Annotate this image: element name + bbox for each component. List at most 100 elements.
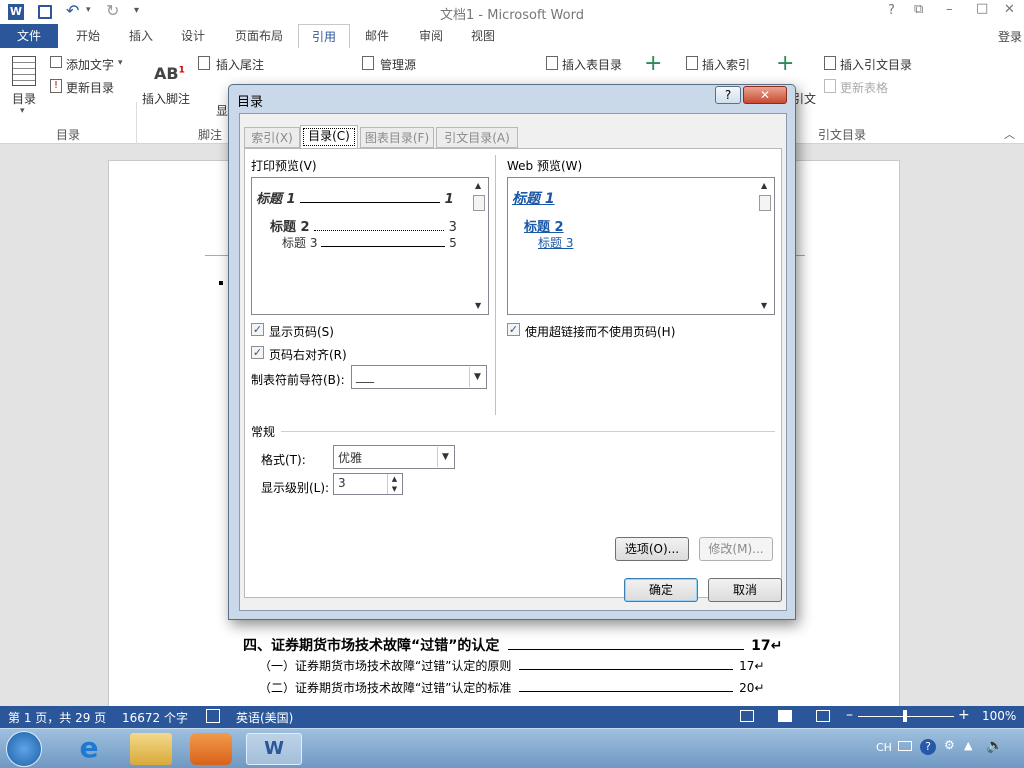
- read-mode-icon[interactable]: [740, 710, 754, 722]
- tab-table-of-figures[interactable]: 图表目录(F): [360, 127, 434, 148]
- toc-icon[interactable]: [12, 56, 36, 86]
- toc-line[interactable]: （一）证券期货市场技术故障“过错”认定的原则 17↵: [259, 657, 899, 674]
- print-preview-leader: [314, 230, 445, 231]
- chevron-down-icon[interactable]: ▼: [437, 447, 453, 467]
- manage-sources-icon: [362, 56, 374, 70]
- collapse-ribbon-icon[interactable]: ︿: [1004, 126, 1015, 142]
- close-icon[interactable]: ✕: [1004, 2, 1015, 17]
- use-hyperlinks-label[interactable]: 使用超链接而不使用页码(H): [525, 323, 675, 340]
- tab-leader-select[interactable]: ___ ▼: [351, 365, 487, 389]
- tab-design[interactable]: 设计: [170, 24, 216, 48]
- right-align-checkbox[interactable]: ✓: [251, 346, 264, 359]
- scroll-down-icon[interactable]: ▼: [475, 301, 481, 310]
- tab-table-of-authorities[interactable]: 引文目录(A): [436, 127, 518, 148]
- show-hidden-icons-icon[interactable]: ▲: [964, 739, 972, 752]
- volume-icon[interactable]: 🔈: [986, 738, 1003, 754]
- media-player-icon[interactable]: [190, 733, 232, 765]
- tab-insert[interactable]: 插入: [118, 24, 164, 48]
- web-preview-scrollbar[interactable]: ▲ ▼: [757, 179, 773, 313]
- zoom-in-icon[interactable]: +: [958, 707, 970, 723]
- right-align-label[interactable]: 页码右对齐(R): [269, 346, 347, 363]
- zoom-level[interactable]: 100%: [982, 709, 1016, 723]
- dialog-help-button[interactable]: ?: [715, 86, 741, 104]
- language-indicator[interactable]: 英语(美国): [236, 709, 293, 726]
- tab-toc[interactable]: 目录(C): [300, 125, 358, 149]
- manage-sources-button[interactable]: 管理源: [380, 56, 416, 73]
- ie-icon[interactable]: e: [68, 733, 110, 765]
- update-toc-button[interactable]: 更新目录: [66, 79, 114, 96]
- tab-index[interactable]: 索引(X): [244, 127, 300, 148]
- word-taskbar-icon[interactable]: W: [246, 733, 302, 765]
- scroll-thumb[interactable]: [473, 195, 485, 211]
- web-preview-link-3: 标题 3: [538, 236, 574, 250]
- tray-settings-icon[interactable]: ⚙: [944, 738, 955, 752]
- ribbon-display-icon[interactable]: ⧉: [914, 2, 923, 17]
- maximize-icon[interactable]: □: [976, 1, 988, 16]
- cancel-button[interactable]: 取消: [708, 578, 782, 602]
- scroll-thumb[interactable]: [759, 195, 771, 211]
- toc-line[interactable]: 四、证券期货市场技术故障“过错”的认定 17↵: [243, 635, 893, 655]
- show-page-numbers-label[interactable]: 显示页码(S): [269, 323, 334, 340]
- scroll-down-icon[interactable]: ▼: [761, 301, 767, 310]
- toc-dropdown-icon[interactable]: ▾: [20, 106, 25, 116]
- update-table-icon: [824, 79, 836, 93]
- ok-button[interactable]: 确定: [624, 578, 698, 602]
- tab-mailings[interactable]: 邮件: [354, 24, 400, 48]
- ime-indicator[interactable]: CH: [876, 741, 892, 754]
- spinner-down-icon[interactable]: ▼: [387, 484, 401, 494]
- sign-in-link[interactable]: 登录: [998, 28, 1022, 45]
- update-table-button[interactable]: 更新表格: [840, 79, 888, 96]
- toc-tab-panel: 打印预览(V) 标题 1 1 标题 2 3 标题 3 5 ▲ ▼ Web 预览(…: [244, 148, 782, 598]
- modify-button[interactable]: 修改(M)...: [699, 537, 773, 561]
- web-preview-box: 标题 1 标题 2 标题 3 ▲ ▼: [507, 177, 775, 315]
- insert-index-button[interactable]: 插入索引: [702, 56, 750, 73]
- add-text-button[interactable]: 添加文字: [66, 56, 114, 73]
- word-count[interactable]: 16672 个字: [122, 709, 188, 726]
- web-layout-icon[interactable]: [816, 710, 830, 722]
- chevron-down-icon[interactable]: ▼: [469, 367, 485, 387]
- help-tray-icon[interactable]: ?: [920, 739, 936, 755]
- group-label-toa: 引文目录: [818, 128, 867, 142]
- tab-references[interactable]: 引用: [298, 24, 350, 48]
- format-select[interactable]: 优雅 ▼: [333, 445, 455, 469]
- add-text-dropdown-icon[interactable]: ▾: [118, 58, 123, 68]
- show-page-numbers-checkbox[interactable]: ✓: [251, 323, 264, 336]
- insert-toa-button[interactable]: 插入引文目录: [840, 56, 912, 73]
- print-preview-text: 标题 1: [256, 192, 296, 207]
- scroll-up-icon[interactable]: ▲: [475, 181, 481, 190]
- scroll-up-icon[interactable]: ▲: [761, 181, 767, 190]
- show-notes-button[interactable]: 显: [216, 102, 228, 119]
- insert-footnote-button[interactable]: 插入脚注: [142, 90, 190, 107]
- spinner-up-icon[interactable]: ▲: [387, 474, 401, 484]
- start-button-icon[interactable]: [6, 731, 42, 767]
- tab-file[interactable]: 文件: [0, 24, 58, 48]
- preview-divider: [495, 155, 496, 415]
- page-count[interactable]: 第 1 页，共 29 页: [8, 709, 106, 726]
- toc-leader: [519, 691, 734, 692]
- insert-endnote-button[interactable]: 插入尾注: [216, 56, 264, 73]
- levels-spinner[interactable]: 3 ▲ ▼: [333, 473, 403, 495]
- help-icon[interactable]: ?: [888, 3, 895, 18]
- zoom-out-icon[interactable]: –: [846, 707, 853, 723]
- dialog-close-button[interactable]: ✕: [743, 86, 787, 104]
- keyboard-icon[interactable]: [898, 741, 912, 751]
- tab-layout[interactable]: 页面布局: [226, 24, 292, 48]
- toc-button-label[interactable]: 目录: [12, 90, 36, 107]
- explorer-icon[interactable]: [130, 733, 172, 765]
- zoom-slider-thumb[interactable]: [903, 710, 907, 722]
- use-hyperlinks-checkbox[interactable]: ✓: [507, 323, 520, 336]
- tab-leader-value: ___: [356, 369, 374, 383]
- minimize-icon[interactable]: –: [946, 2, 953, 17]
- insert-footnote-icon: AB1: [154, 64, 185, 83]
- options-button[interactable]: 选项(O)...: [615, 537, 689, 561]
- tab-review[interactable]: 审阅: [408, 24, 454, 48]
- tab-view[interactable]: 视图: [460, 24, 506, 48]
- update-toc-icon: !: [50, 79, 62, 93]
- insert-table-of-figures-button[interactable]: 插入表目录: [562, 56, 622, 73]
- print-layout-icon[interactable]: [778, 710, 792, 722]
- print-preview-leader: [300, 202, 441, 203]
- proofing-icon[interactable]: [206, 709, 220, 723]
- print-preview-scrollbar[interactable]: ▲ ▼: [471, 179, 487, 313]
- tab-home[interactable]: 开始: [64, 24, 112, 48]
- toc-line[interactable]: （二）证券期货市场技术故障“过错”认定的标准 20↵: [259, 679, 899, 696]
